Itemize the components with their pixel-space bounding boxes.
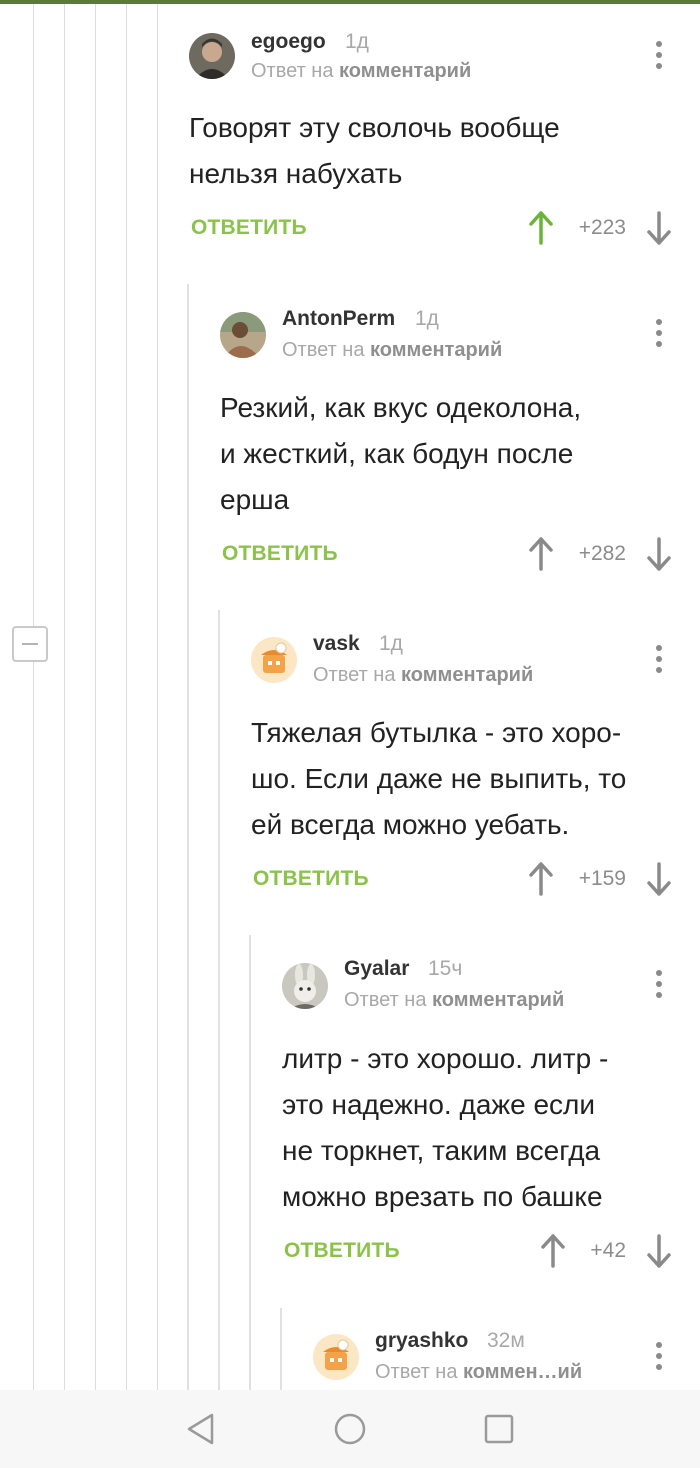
comment-line: можно врезать по башке [282, 1181, 603, 1212]
comment-line: ерша [220, 484, 290, 515]
author-name[interactable]: AntonPerm [282, 307, 395, 331]
reply-to: Ответ на комментарий [282, 339, 502, 362]
reply-target-link[interactable]: комментарий [339, 60, 471, 82]
thread-guide-line [64, 4, 65, 1390]
reply-prefix: Ответ на [313, 664, 396, 686]
vertical-dots-icon[interactable] [654, 41, 664, 74]
collapse-thread-button[interactable] [12, 626, 48, 662]
arrow-down-icon[interactable] [647, 862, 671, 896]
vertical-dots-icon[interactable] [654, 645, 664, 678]
system-navigation-bar [0, 1390, 700, 1468]
avatar[interactable] [189, 33, 235, 79]
arrow-down-icon[interactable] [647, 537, 671, 571]
triangle-back-icon[interactable] [184, 1412, 216, 1446]
square-recent-icon[interactable] [483, 1413, 515, 1445]
vertical-dots-icon[interactable] [654, 319, 664, 352]
comment-time: 32м [487, 1329, 525, 1352]
arrow-up-icon[interactable] [529, 211, 553, 245]
comment-score: +223 [578, 216, 626, 239]
comment-time: 1д [415, 307, 439, 330]
reply-button[interactable]: ОТВЕТИТЬ [191, 216, 307, 240]
author-name[interactable]: egoego [251, 30, 326, 54]
comment-line: Говорят эту сволочь вообще [189, 112, 560, 143]
comment-text: литр - это хорошо. литр - это надежно. д… [282, 1036, 682, 1220]
avatar[interactable] [313, 1334, 359, 1380]
top-accent-bar [0, 0, 700, 4]
author-name[interactable]: Gyalar [344, 957, 409, 981]
reply-prefix: Ответ на [375, 1361, 458, 1383]
comment-time: 15ч [428, 957, 463, 980]
comment-line: шо. Если даже не выпить, то [251, 763, 627, 794]
comment-text: Говорят эту сволочь вообще нельзя набуха… [189, 105, 629, 197]
reply-to: Ответ на комментарий [251, 60, 471, 83]
reply-to: Ответ на коммен…ий [375, 1361, 582, 1384]
reply-target-link[interactable]: комментарий [432, 989, 564, 1011]
author-name[interactable]: vask [313, 632, 360, 656]
comment-line: Тяжелая бутылка - это хоро- [251, 717, 622, 748]
comment-line: ей всегда можно уебать. [251, 809, 570, 840]
reply-button[interactable]: ОТВЕТИТЬ [253, 867, 369, 891]
comment-time: 1д [345, 30, 369, 53]
comment-line: литр - это хорошо. литр - [282, 1043, 609, 1074]
arrow-down-icon[interactable] [647, 1234, 671, 1268]
comment-text: Тяжелая бутылка - это хоро- шо. Если даж… [251, 710, 691, 848]
avatar[interactable] [251, 637, 297, 683]
avatar[interactable] [220, 312, 266, 358]
comment-score: +282 [578, 542, 626, 565]
comment-score: +42 [590, 1239, 626, 1262]
thread-guide-line [33, 4, 34, 1390]
reply-button[interactable]: ОТВЕТИТЬ [284, 1239, 400, 1263]
comment-text: Резкий, как вкус одеколона, и жесткий, к… [220, 385, 660, 523]
arrow-down-icon[interactable] [647, 211, 671, 245]
comment-time: 1д [379, 632, 403, 655]
arrow-up-icon[interactable] [529, 537, 553, 571]
comment-line: это надежно. даже если [282, 1089, 596, 1120]
thread-guide-line [157, 4, 158, 1390]
avatar[interactable] [282, 963, 328, 1009]
thread-guide-line [126, 4, 127, 1390]
comment-line: и жесткий, как бодун после [220, 438, 574, 469]
reply-prefix: Ответ на [282, 339, 365, 361]
reply-target-link[interactable]: комментарий [370, 339, 502, 361]
reply-prefix: Ответ на [344, 989, 427, 1011]
comment-line: Резкий, как вкус одеколона, [220, 392, 582, 423]
comment-line: нельзя набухать [189, 158, 403, 189]
comment-score: +159 [578, 867, 626, 890]
vertical-dots-icon[interactable] [654, 1342, 664, 1375]
vertical-dots-icon[interactable] [654, 970, 664, 1003]
comment-line: не торкнет, таким всегда [282, 1135, 601, 1166]
reply-to: Ответ на комментарий [313, 664, 533, 687]
circle-home-icon[interactable] [333, 1412, 367, 1446]
reply-target-link[interactable]: коммен…ий [463, 1361, 582, 1383]
reply-to: Ответ на комментарий [344, 989, 564, 1012]
thread-line [187, 284, 189, 1390]
thread-guide-line [95, 4, 96, 1390]
arrow-up-icon[interactable] [541, 1234, 565, 1268]
reply-button[interactable]: ОТВЕТИТЬ [222, 542, 338, 566]
author-name[interactable]: gryashko [375, 1329, 468, 1353]
thread-line [280, 1308, 282, 1390]
reply-prefix: Ответ на [251, 60, 334, 82]
thread-line [218, 610, 220, 1390]
reply-target-link[interactable]: комментарий [401, 664, 533, 686]
thread-line [249, 935, 251, 1390]
arrow-up-icon[interactable] [529, 862, 553, 896]
